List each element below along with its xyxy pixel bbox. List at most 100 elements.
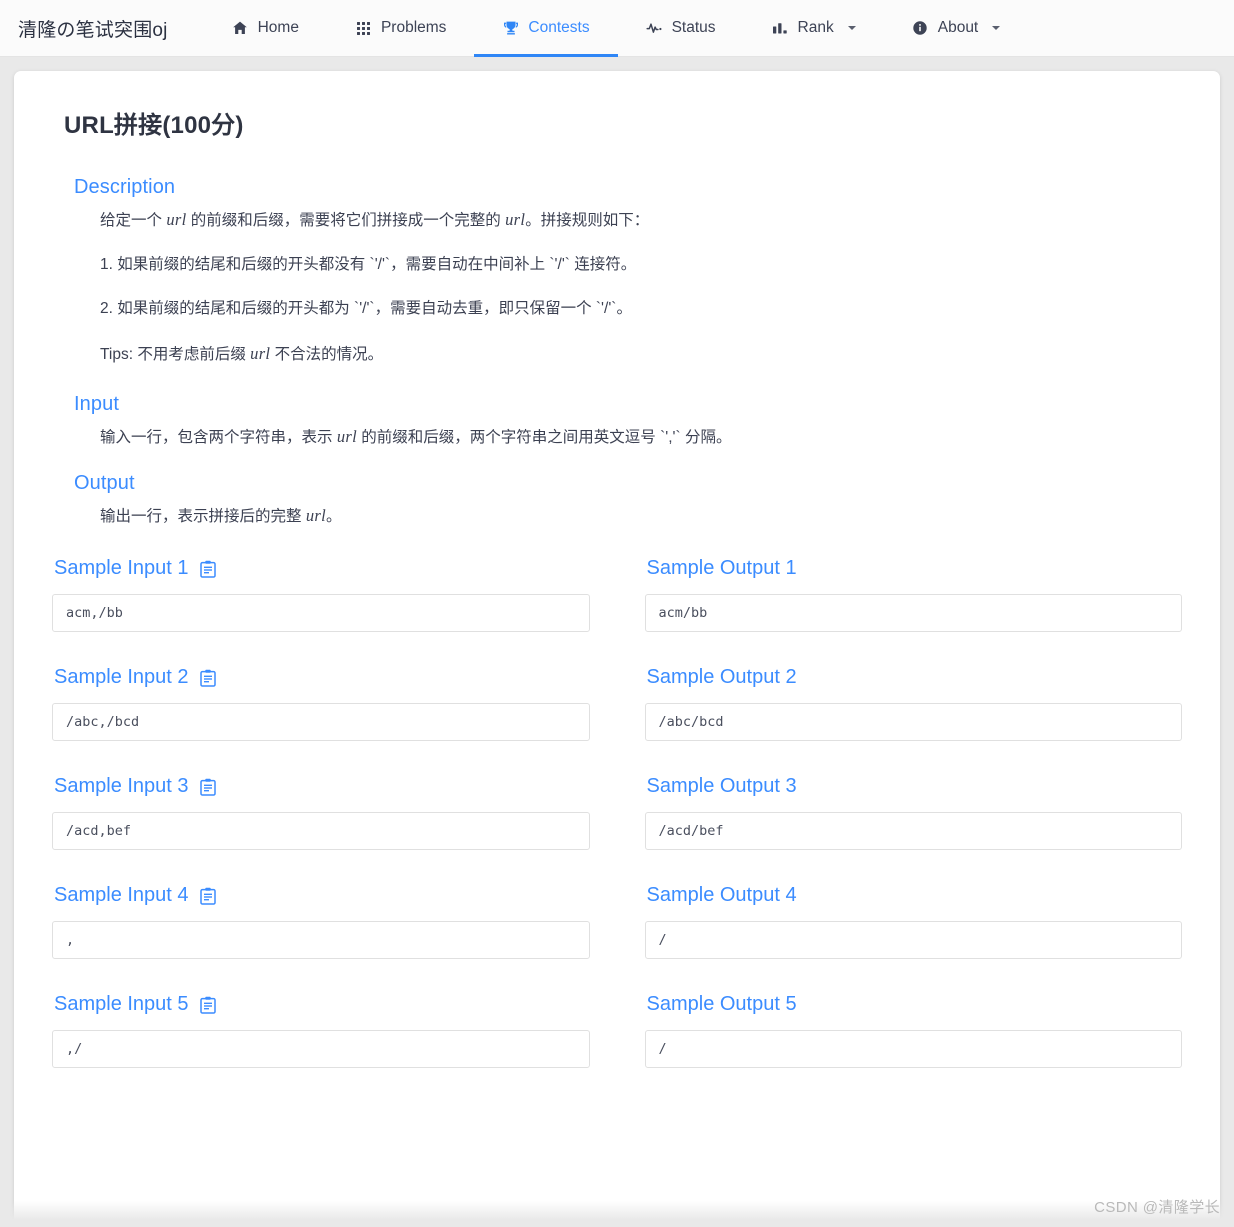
- math-url: url: [336, 427, 357, 447]
- sample-output-block: Sample Output 3 /acd/bef: [644, 775, 1183, 851]
- sample-output-block: Sample Output 5 /: [644, 993, 1183, 1069]
- sample-input-block: Sample Input 5 ,/: [52, 993, 590, 1069]
- grid-icon: [355, 20, 372, 37]
- clipboard-copy-icon[interactable]: [200, 886, 217, 905]
- sample-row: Sample Input 2 /abc,/bcd Sample Output 2…: [52, 666, 1183, 742]
- text-fragment: 给定一个: [100, 212, 167, 229]
- sample-output-block: Sample Output 1 acm/bb: [644, 557, 1183, 633]
- sample-row: Sample Input 1 acm,/bb Sample Output 1 a…: [52, 557, 1183, 633]
- sample-output-label-row: Sample Output 4: [647, 884, 1183, 907]
- sample-row: Sample Input 5 ,/ Sample Output 5 /: [52, 993, 1183, 1069]
- math-url: url: [305, 506, 326, 526]
- math-url: url: [166, 210, 187, 229]
- section-heading-output: Output: [74, 472, 135, 495]
- sample-output-label-row: Sample Output 2: [647, 666, 1183, 689]
- text-fragment: 的前缀和后缀，需要将它们拼接成一个完整的: [186, 212, 506, 229]
- nav-item-status[interactable]: Status: [618, 0, 744, 57]
- sample-input-block: Sample Input 2 /abc,/bcd: [52, 666, 590, 742]
- sample-output-label-row: Sample Output 3: [647, 775, 1183, 798]
- barchart-icon: [772, 20, 789, 37]
- sample-output-label: Sample Output 2: [646, 666, 797, 689]
- page-title: URL拼接(100分): [64, 112, 244, 139]
- sample-input-label: Sample Input 3: [54, 775, 189, 798]
- description-tips: Tips: 不用考虑前后缀 url 不合法的情况。: [100, 341, 1182, 367]
- sample-output-value: /: [644, 921, 1182, 960]
- section-heading-description: Description: [74, 176, 176, 198]
- sample-input-block: Sample Input 4 ,: [52, 884, 590, 960]
- sample-input-block: Sample Input 1 acm,/bb: [52, 557, 590, 633]
- sample-input-label: Sample Input 2: [54, 666, 189, 689]
- chevron-down-icon: [847, 26, 856, 30]
- sample-output-value: /: [644, 1030, 1182, 1069]
- math-url: url: [250, 344, 271, 364]
- section-description: Description 给定一个 url 的前缀和后缀，需要将它们拼接成一个完整…: [52, 176, 1182, 367]
- sample-input-label-row: Sample Input 1: [54, 557, 590, 580]
- nav-item-about[interactable]: About: [884, 0, 1029, 57]
- clipboard-copy-icon[interactable]: [200, 559, 217, 578]
- sample-input-value: ,/: [52, 1030, 590, 1069]
- sample-row: Sample Input 3 /acd,bef Sample Output 3 …: [52, 775, 1183, 851]
- nav-item-label: Rank: [797, 19, 834, 36]
- samples-list: Sample Input 1 acm,/bb Sample Output 1 a…: [52, 557, 1183, 1069]
- section-heading-input: Input: [74, 393, 119, 416]
- sample-output-label-row: Sample Output 1: [647, 557, 1183, 580]
- output-text: 输出一行，表示拼接后的完整 url。: [100, 503, 1182, 529]
- text-fragment: 的前缀和后缀，两个字符串之间用英文逗号 `','` 分隔。: [356, 429, 732, 447]
- sample-input-value: acm,/bb: [52, 594, 590, 633]
- clipboard-copy-icon[interactable]: [200, 668, 217, 687]
- text-fragment: 输入一行，包含两个字符串，表示: [100, 429, 337, 447]
- sample-output-block: Sample Output 4 /: [644, 884, 1183, 960]
- home-icon: [232, 20, 249, 37]
- sample-input-value: /acd,bef: [52, 812, 590, 851]
- description-rule-2: 2. 如果前缀的结尾和后缀的开头都为 `'/'`，需要自动去重，即只保留一个 `…: [100, 300, 632, 318]
- nav-item-problems[interactable]: Problems: [327, 0, 474, 57]
- sample-output-value: /abc/bcd: [644, 703, 1182, 742]
- nav-item-label: Contests: [528, 19, 590, 36]
- nav-links: Home Problems Contests Status Rank About: [204, 0, 1029, 57]
- clipboard-copy-icon[interactable]: [200, 777, 217, 796]
- text-fragment: 不合法的情况。: [270, 346, 384, 364]
- sample-output-value: /acd/bef: [644, 812, 1182, 851]
- page-body: URL拼接(100分) Description 给定一个 url 的前缀和后缀，…: [0, 57, 1234, 1227]
- nav-item-rank[interactable]: Rank: [744, 0, 884, 57]
- sample-input-label-row: Sample Input 4: [54, 884, 590, 907]
- sample-output-value: acm/bb: [644, 594, 1182, 633]
- sample-output-label-row: Sample Output 5: [647, 993, 1183, 1016]
- nav-item-label: About: [937, 19, 979, 36]
- sample-input-value: ,: [52, 921, 590, 960]
- text-fragment: 输出一行，表示拼接后的完整: [100, 508, 306, 526]
- text-fragment: 。拼接规则如下：: [525, 212, 650, 229]
- sample-input-label-row: Sample Input 2: [54, 666, 590, 689]
- math-url: url: [505, 210, 526, 229]
- sample-input-label-row: Sample Input 3: [54, 775, 590, 798]
- section-input: Input 输入一行，包含两个字符串，表示 url 的前缀和后缀，两个字符串之间…: [52, 393, 1182, 450]
- trophy-icon: [502, 20, 519, 37]
- sample-output-block: Sample Output 2 /abc/bcd: [644, 666, 1183, 742]
- nav-item-label: Home: [257, 19, 299, 36]
- sample-input-label: Sample Input 4: [54, 884, 189, 907]
- chevron-down-icon: [992, 26, 1001, 30]
- sample-input-block: Sample Input 3 /acd,bef: [52, 775, 590, 851]
- app-root: 清隆の笔试突围oj Home Problems Contests Status …: [0, 0, 1234, 1227]
- sample-input-label: Sample Input 5: [54, 993, 189, 1016]
- nav-item-contests[interactable]: Contests: [474, 0, 618, 57]
- top-navbar: 清隆の笔试突围oj Home Problems Contests Status …: [0, 0, 1234, 57]
- info-icon: [912, 20, 929, 37]
- sample-input-label: Sample Input 1: [54, 557, 189, 580]
- sample-output-label: Sample Output 3: [646, 775, 797, 798]
- nav-item-label: Problems: [380, 19, 447, 36]
- clipboard-copy-icon[interactable]: [200, 995, 217, 1014]
- activity-icon: [646, 20, 663, 37]
- sample-output-label: Sample Output 4: [646, 884, 797, 907]
- description-intro: 给定一个 url 的前缀和后缀，需要将它们拼接成一个完整的 url。拼接规则如下…: [100, 207, 1182, 233]
- sample-input-value: /abc,/bcd: [52, 703, 590, 742]
- site-brand[interactable]: 清隆の笔试突围oj: [16, 15, 168, 42]
- section-output: Output 输出一行，表示拼接后的完整 url。: [52, 472, 1182, 529]
- sample-output-label: Sample Output 5: [646, 993, 797, 1016]
- sample-output-label: Sample Output 1: [646, 557, 797, 580]
- problem-card: URL拼接(100分) Description 给定一个 url 的前缀和后缀，…: [14, 71, 1220, 1227]
- nav-item-home[interactable]: Home: [204, 0, 327, 57]
- input-text: 输入一行，包含两个字符串，表示 url 的前缀和后缀，两个字符串之间用英文逗号 …: [100, 424, 1182, 450]
- description-rule-1: 1. 如果前缀的结尾和后缀的开头都没有 `'/'`，需要自动在中间补上 `'/'…: [100, 256, 637, 274]
- sample-input-label-row: Sample Input 5: [54, 993, 590, 1016]
